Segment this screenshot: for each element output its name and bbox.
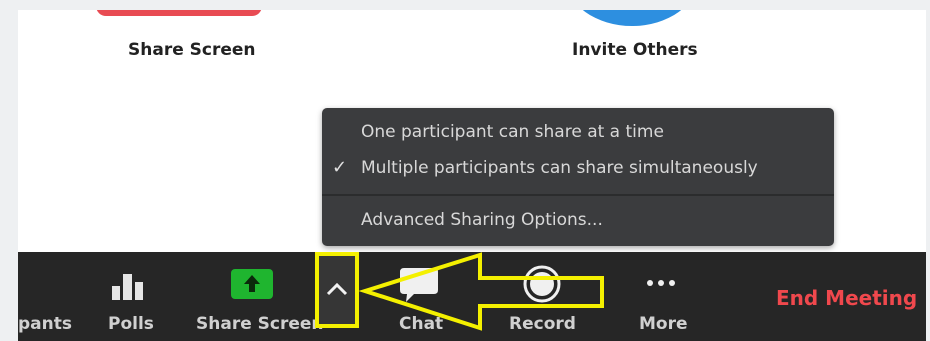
- record-circle-icon: [523, 265, 561, 303]
- record-label: Record: [509, 314, 576, 334]
- menu-item-label: One participant can share at a time: [361, 122, 664, 142]
- chat-bubble-icon: [400, 268, 438, 302]
- more-dots-icon: [647, 280, 675, 286]
- participants-button[interactable]: pants: [18, 252, 78, 341]
- share-screen-button[interactable]: Share Screen: [192, 252, 324, 341]
- end-meeting-button[interactable]: End Meeting: [776, 286, 917, 310]
- participants-label: pants: [18, 314, 72, 334]
- polls-button[interactable]: Polls: [96, 252, 158, 341]
- chevron-up-icon: [326, 282, 348, 296]
- meeting-stage: Share Screen Invite Others One participa…: [18, 10, 926, 341]
- menu-item-label: Advanced Sharing Options...: [361, 210, 603, 230]
- polls-label: Polls: [108, 314, 154, 334]
- record-button[interactable]: Record: [504, 252, 578, 341]
- chat-label: Chat: [399, 314, 444, 334]
- share-screen-big-button[interactable]: [96, 10, 262, 16]
- menu-item-multiple-participants[interactable]: ✓ Multiple participants can share simult…: [322, 153, 834, 183]
- share-up-arrow-icon: [231, 269, 273, 299]
- invite-others-big-button[interactable]: [566, 10, 698, 26]
- chat-button[interactable]: Chat: [386, 252, 450, 341]
- share-screen-label: Share Screen: [196, 314, 324, 334]
- menu-item-advanced-sharing[interactable]: Advanced Sharing Options...: [322, 205, 834, 235]
- share-options-caret-button[interactable]: [315, 252, 359, 328]
- more-button[interactable]: More: [634, 252, 694, 341]
- invite-others-caption: Invite Others: [572, 40, 698, 60]
- menu-item-label: Multiple participants can share simultan…: [361, 158, 758, 178]
- share-screen-caption: Share Screen: [128, 40, 256, 60]
- checkmark-icon: ✓: [332, 157, 348, 178]
- more-label: More: [639, 314, 688, 334]
- bar-chart-icon: [112, 274, 143, 300]
- meeting-toolbar: pants Polls Share Screen Chat Record Mor…: [18, 252, 926, 341]
- menu-item-one-participant[interactable]: One participant can share at a time: [322, 117, 834, 147]
- share-options-menu: One participant can share at a time ✓ Mu…: [322, 108, 834, 246]
- menu-divider: [322, 194, 834, 196]
